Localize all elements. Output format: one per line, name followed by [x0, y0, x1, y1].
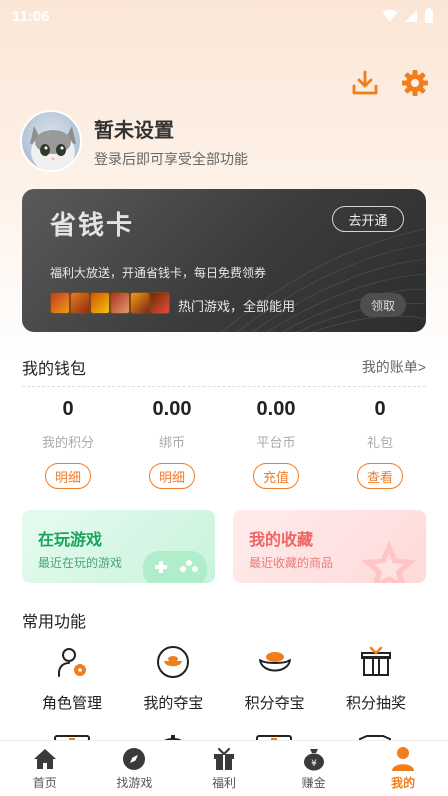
wallet-item-platform-coin: 0.00 平台币 充值: [230, 398, 322, 489]
home-icon: [32, 746, 58, 772]
tab-home[interactable]: 首页: [5, 746, 85, 791]
tab-earn[interactable]: ¥ 赚金: [274, 746, 354, 791]
gift-box-icon: [356, 642, 396, 682]
compass-icon: [121, 746, 147, 772]
wallet-value: 0: [62, 398, 74, 420]
profile-login-hint: 登录后即可享受全部功能: [94, 150, 248, 167]
wallet-label: 绑币: [158, 435, 185, 450]
wallet-title: 我的钱包: [22, 361, 87, 378]
wifi-icon: [382, 9, 398, 22]
recharge-button[interactable]: 充值: [253, 463, 299, 489]
wallet-divider: [22, 386, 426, 387]
gift-pack-view-button[interactable]: 查看: [357, 463, 403, 489]
treasure-icon: [153, 642, 193, 682]
tab-label: 首页: [32, 776, 57, 790]
battery-icon: [425, 8, 433, 23]
wallet-item-bound-coin: 0.00 绑币 明细: [126, 398, 218, 489]
header-actions: [350, 68, 430, 98]
func-label: 角色管理: [41, 695, 102, 712]
wallet-label: 礼包: [366, 435, 393, 450]
playing-games-title: 在玩游戏: [38, 532, 103, 549]
gift-icon: [211, 746, 237, 772]
avatar[interactable]: [20, 110, 82, 172]
playing-games-subtitle: 最近在玩的游戏: [38, 556, 123, 570]
card-description: 福利大放送，开通省钱卡，每日免费领券: [50, 266, 267, 280]
gamepad-icon: [143, 551, 207, 583]
svg-text:¥: ¥: [311, 759, 317, 769]
wallet-label: 我的积分: [41, 435, 94, 450]
wallet-item-gift-pack: 0 礼包 查看: [334, 398, 426, 489]
ingot-icon: [255, 642, 295, 682]
download-icon[interactable]: [350, 68, 380, 98]
money-bag-icon: ¥: [301, 746, 327, 772]
wallet-items: 0 我的积分 明细 0.00 绑币 明细 0.00 平台币 充值 0 礼包 查看: [22, 398, 426, 489]
bill-link[interactable]: 我的账单>: [362, 357, 426, 377]
tab-label: 赚金: [301, 776, 326, 790]
card-title: 省钱卡: [50, 210, 135, 240]
tab-label: 福利: [211, 776, 236, 790]
functions-title: 常用功能: [22, 614, 87, 631]
favorites-tile[interactable]: 我的收藏 最近收藏的商品: [233, 510, 426, 583]
card-open-button[interactable]: 去开通: [332, 206, 404, 232]
wallet-value: 0.00: [152, 398, 192, 420]
func-points-lottery[interactable]: 积分抽奖: [326, 642, 426, 713]
bottom-tab-bar: 首页 找游戏 福利 ¥ 赚金 我的: [0, 740, 448, 796]
status-icons: [382, 8, 434, 24]
tab-welfare[interactable]: 福利: [184, 746, 264, 791]
card-claim-button[interactable]: 领取: [360, 293, 406, 317]
settings-gear-icon[interactable]: [400, 68, 430, 98]
game-thumb: [110, 292, 130, 314]
game-thumb: [90, 292, 110, 314]
favorites-title: 我的收藏: [249, 532, 314, 549]
user-icon: [390, 746, 416, 772]
tab-find-games[interactable]: 找游戏: [94, 746, 174, 791]
func-points-treasure[interactable]: 积分夺宝: [225, 642, 325, 713]
card-game-thumbnails: [50, 292, 170, 314]
wallet-value: 0.00: [256, 398, 296, 420]
saving-card[interactable]: 省钱卡 去开通 福利大放送，开通省钱卡，每日免费领券 热门游戏，全部能用 领取: [22, 189, 426, 332]
functions-grid: 角色管理 我的夺宝 积分夺宝 积分抽奖: [22, 642, 426, 713]
func-role-manage[interactable]: 角色管理: [22, 642, 122, 713]
func-my-treasure[interactable]: 我的夺宝: [123, 642, 223, 713]
game-thumb: [70, 292, 90, 314]
role-manage-icon: [52, 642, 92, 682]
favorites-subtitle: 最近收藏的商品: [249, 556, 334, 570]
signal-icon: [405, 10, 417, 22]
profile-name: 暂未设置: [94, 119, 174, 142]
tab-label: 我的: [391, 776, 416, 790]
bound-coin-detail-button[interactable]: 明细: [149, 463, 195, 489]
card-games-text: 热门游戏，全部能用: [178, 299, 296, 314]
points-detail-button[interactable]: 明细: [45, 463, 91, 489]
game-thumb: [130, 292, 150, 314]
playing-games-tile[interactable]: 在玩游戏 最近在玩的游戏: [22, 510, 215, 583]
wallet-label: 平台币: [256, 435, 296, 450]
func-label: 积分抽奖: [345, 695, 406, 712]
game-thumb: [50, 292, 70, 314]
tab-label: 找游戏: [116, 776, 153, 790]
status-bar: 11:06: [0, 0, 448, 32]
game-thumb: [150, 292, 170, 314]
func-label: 积分夺宝: [244, 695, 305, 712]
profile-section[interactable]: 暂未设置 登录后即可享受全部功能: [20, 110, 248, 172]
wallet-header: 我的钱包 我的账单>: [22, 355, 426, 379]
star-icon: [361, 541, 417, 583]
wallet-item-points: 0 我的积分 明细: [22, 398, 114, 489]
cat-avatar-icon: [30, 126, 76, 170]
wallet-value: 0: [374, 398, 386, 420]
tab-mine[interactable]: 我的: [363, 746, 443, 791]
status-time: 11:06: [12, 7, 50, 25]
func-label: 我的夺宝: [143, 695, 204, 712]
